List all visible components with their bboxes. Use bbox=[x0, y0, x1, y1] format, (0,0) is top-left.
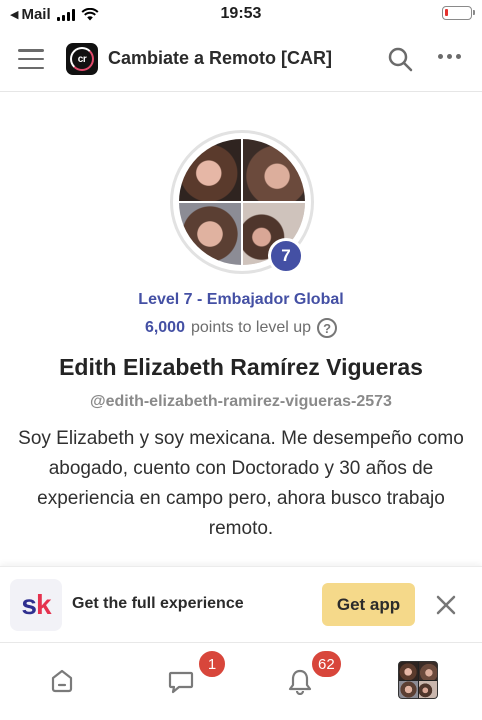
help-icon[interactable]: ? bbox=[317, 318, 338, 338]
skool-logo: sk bbox=[10, 579, 62, 631]
user-full-name: Edith Elizabeth Ramírez Vigueras bbox=[59, 354, 423, 380]
nav-home[interactable] bbox=[2, 643, 122, 720]
home-icon bbox=[51, 669, 73, 693]
chat-badge: 1 bbox=[197, 649, 227, 679]
app-header: cr Cambiate a Remoto [CAR] bbox=[0, 28, 482, 92]
notifications-badge: 62 bbox=[310, 649, 343, 679]
battery-icon bbox=[442, 6, 475, 20]
chat-icon bbox=[168, 671, 194, 694]
avatar-photo bbox=[179, 203, 241, 265]
more-horizontal-icon[interactable] bbox=[438, 54, 461, 59]
user-bio: Soy Elizabeth y soy mexicana. Me desempe… bbox=[18, 428, 464, 539]
search-icon[interactable] bbox=[386, 45, 414, 73]
avatar-photo bbox=[243, 139, 305, 201]
get-app-button[interactable]: Get app bbox=[322, 583, 415, 626]
points-value: 6,000 bbox=[144, 319, 185, 336]
close-icon[interactable] bbox=[434, 593, 458, 617]
hamburger-icon[interactable] bbox=[18, 49, 44, 69]
nav-chat[interactable]: 1 bbox=[121, 643, 241, 720]
points-label: points to level up bbox=[190, 319, 312, 336]
status-time: 19:53 bbox=[220, 5, 262, 22]
points-to-level: 6,000 points to level up ? bbox=[0, 318, 482, 338]
profile-avatar-thumb bbox=[398, 661, 438, 699]
bottom-navigation: 1 62 bbox=[0, 642, 482, 720]
banner-text: Get the full experience bbox=[72, 595, 244, 612]
nav-profile[interactable] bbox=[360, 643, 480, 720]
avatar-photo bbox=[179, 139, 241, 201]
level-badge: 7 bbox=[268, 238, 304, 274]
level-name[interactable]: Level 7 - Embajador Global bbox=[0, 291, 482, 309]
bell-icon bbox=[288, 669, 312, 695]
status-bar: ◀ Mail 19:53 bbox=[0, 0, 482, 28]
get-app-banner: sk Get the full experience Get app bbox=[0, 566, 482, 642]
app-logo[interactable]: cr bbox=[66, 43, 98, 75]
community-title[interactable]: Cambiate a Remoto [CAR] bbox=[108, 48, 332, 69]
user-handle: @edith-elizabeth-ramirez-vigueras-2573 bbox=[90, 393, 392, 410]
battery-level bbox=[445, 9, 448, 16]
nav-notifications[interactable]: 62 bbox=[240, 643, 360, 720]
app-logo-mark: cr bbox=[70, 47, 94, 71]
